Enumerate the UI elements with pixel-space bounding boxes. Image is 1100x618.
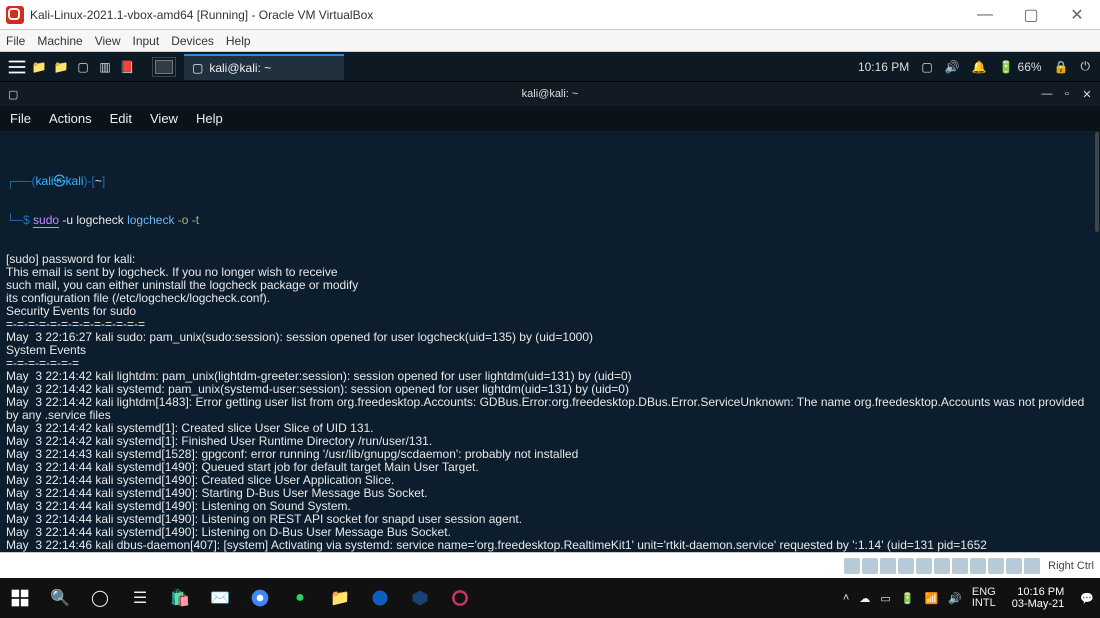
screen-icon[interactable]: ▢ bbox=[921, 60, 932, 74]
vbox-menu: File Machine View Input Devices Help bbox=[0, 30, 1100, 52]
volume-icon[interactable]: 🔊 bbox=[945, 60, 960, 74]
tray-volume-icon[interactable]: 🔊 bbox=[948, 592, 962, 605]
vbox-hd-icon[interactable] bbox=[844, 558, 860, 574]
chrome-app[interactable] bbox=[240, 578, 280, 618]
battery-icon: 🔋 bbox=[999, 60, 1014, 74]
vbox-usb-icon[interactable] bbox=[916, 558, 932, 574]
vbox-logo-icon bbox=[6, 6, 24, 24]
vbox-display-icon[interactable] bbox=[952, 558, 968, 574]
vbox-menu-file[interactable]: File bbox=[6, 34, 25, 48]
workspace-switcher[interactable] bbox=[152, 57, 176, 77]
virtualbox-app[interactable] bbox=[400, 578, 440, 618]
vbox-menu-input[interactable]: Input bbox=[133, 34, 160, 48]
log-line: System Events bbox=[6, 344, 1094, 357]
terminal-menu-bar: File Actions Edit View Help bbox=[0, 106, 1100, 132]
debian-app[interactable] bbox=[440, 578, 480, 618]
battery-status[interactable]: 🔋66% bbox=[999, 60, 1042, 74]
tray-notifications-icon[interactable]: 💬 bbox=[1080, 592, 1094, 605]
explorer-app[interactable]: 📁 bbox=[320, 578, 360, 618]
power-icon[interactable]: ⏻ bbox=[1081, 59, 1091, 74]
vbox-key-icon[interactable] bbox=[1024, 558, 1040, 574]
window-controls: — ▢ ✕ bbox=[962, 0, 1100, 30]
tray-battery-icon[interactable]: 🔋 bbox=[901, 592, 915, 605]
files-icon-2[interactable]: 📁 bbox=[50, 56, 72, 78]
term-menu-actions[interactable]: Actions bbox=[49, 111, 92, 126]
edge-app[interactable] bbox=[360, 578, 400, 618]
vbox-menu-help[interactable]: Help bbox=[226, 34, 251, 48]
tray-clock[interactable]: 10:16 PM 03-May-21 bbox=[1006, 586, 1071, 610]
task-view-button[interactable]: ☰ bbox=[120, 578, 160, 618]
terminal-app-icon: ▢ bbox=[8, 88, 18, 101]
terminal-scrollbar[interactable] bbox=[1095, 132, 1099, 232]
panel-window-tab[interactable]: ▢ kali@kali: ~ bbox=[184, 54, 344, 80]
tray-onedrive-icon[interactable]: ☁ bbox=[859, 592, 870, 605]
term-minimize-button[interactable]: — bbox=[1040, 87, 1054, 101]
term-close-button[interactable]: ✕ bbox=[1080, 87, 1094, 101]
vbox-mouse-icon[interactable] bbox=[1006, 558, 1022, 574]
book-icon[interactable]: 📕 bbox=[116, 56, 138, 78]
cortana-button[interactable]: ◯ bbox=[80, 578, 120, 618]
panel-window-label: kali@kali: ~ bbox=[209, 61, 271, 75]
vbox-net-icon[interactable] bbox=[898, 558, 914, 574]
tray-wifi-icon[interactable]: 📶 bbox=[924, 592, 938, 605]
panel-clock[interactable]: 10:16 PM bbox=[858, 60, 909, 74]
log-line: May 3 22:14:46 kali dbus-daemon[407]: [s… bbox=[6, 539, 1094, 552]
store-app[interactable]: 🛍️ bbox=[160, 578, 200, 618]
windows-taskbar: 🔍 ◯ ☰ 🛍️ ✉️ ● 📁 ˄ ☁ ▭ 🔋 📶 🔊 ENG INTL 10:… bbox=[0, 578, 1100, 618]
vbox-status-bar: Right Ctrl bbox=[0, 552, 1100, 578]
vbox-audio-icon[interactable] bbox=[880, 558, 896, 574]
workspace-1[interactable] bbox=[155, 60, 173, 74]
log-line: its configuration file (/etc/logcheck/lo… bbox=[6, 292, 1094, 305]
lock-icon[interactable]: 🔒 bbox=[1054, 60, 1069, 74]
vbox-host-key: Right Ctrl bbox=[1042, 560, 1094, 572]
vbox-cd-icon[interactable] bbox=[862, 558, 878, 574]
kali-menu-icon[interactable] bbox=[6, 56, 28, 78]
vbox-title-text: Kali-Linux-2021.1-vbox-amd64 [Running] -… bbox=[30, 8, 373, 22]
editor-icon[interactable]: ▥ bbox=[94, 56, 116, 78]
start-button[interactable] bbox=[0, 578, 40, 618]
log-line: Security Events for sudo bbox=[6, 305, 1094, 318]
term-menu-file[interactable]: File bbox=[10, 111, 31, 126]
terminal-output[interactable]: ┌──(kali㉿kali)-[~] └─$ sudo -u logcheck … bbox=[0, 132, 1100, 552]
vbox-shared-icon[interactable] bbox=[934, 558, 950, 574]
whatsapp-app[interactable]: ● bbox=[280, 578, 320, 618]
system-tray: ˄ ☁ ▭ 🔋 📶 🔊 ENG INTL 10:16 PM 03-May-21 … bbox=[837, 586, 1100, 610]
minimize-button[interactable]: — bbox=[962, 0, 1008, 30]
vbox-titlebar: Kali-Linux-2021.1-vbox-amd64 [Running] -… bbox=[0, 0, 1100, 30]
terminal-icon[interactable]: ▢ bbox=[72, 56, 94, 78]
tray-meet-now-icon[interactable]: ▭ bbox=[880, 592, 890, 605]
close-button[interactable]: ✕ bbox=[1054, 0, 1100, 30]
terminal-window-titlebar: ▢ kali@kali: ~ — ▫ ✕ bbox=[0, 82, 1100, 106]
term-menu-help[interactable]: Help bbox=[196, 111, 223, 126]
search-button[interactable]: 🔍 bbox=[40, 578, 80, 618]
mail-app[interactable]: ✉️ bbox=[200, 578, 240, 618]
vbox-rec-icon[interactable] bbox=[970, 558, 986, 574]
tray-chevron-up-icon[interactable]: ˄ bbox=[843, 592, 849, 604]
tray-lang-2[interactable]: INTL bbox=[972, 598, 996, 609]
kali-top-panel: 📁 📁 ▢ ▥ 📕 ▢ kali@kali: ~ 10:16 PM ▢ 🔊 🔔 … bbox=[0, 52, 1100, 82]
term-maximize-button[interactable]: ▫ bbox=[1060, 87, 1074, 101]
files-icon[interactable]: 📁 bbox=[28, 56, 50, 78]
vbox-menu-devices[interactable]: Devices bbox=[171, 34, 214, 48]
term-menu-edit[interactable]: Edit bbox=[110, 111, 132, 126]
terminal-tab-icon: ▢ bbox=[192, 61, 203, 75]
maximize-button[interactable]: ▢ bbox=[1008, 0, 1054, 30]
log-line: May 3 22:14:42 kali lightdm[1483]: Error… bbox=[6, 396, 1094, 422]
terminal-window-title: kali@kali: ~ bbox=[522, 88, 579, 100]
vbox-menu-machine[interactable]: Machine bbox=[37, 34, 82, 48]
term-menu-view[interactable]: View bbox=[150, 111, 178, 126]
vbox-cpu-icon[interactable] bbox=[988, 558, 1004, 574]
log-line: May 3 22:16:27 kali sudo: pam_unix(sudo:… bbox=[6, 331, 1094, 344]
vbox-menu-view[interactable]: View bbox=[95, 34, 121, 48]
notifications-icon[interactable]: 🔔 bbox=[972, 60, 987, 74]
